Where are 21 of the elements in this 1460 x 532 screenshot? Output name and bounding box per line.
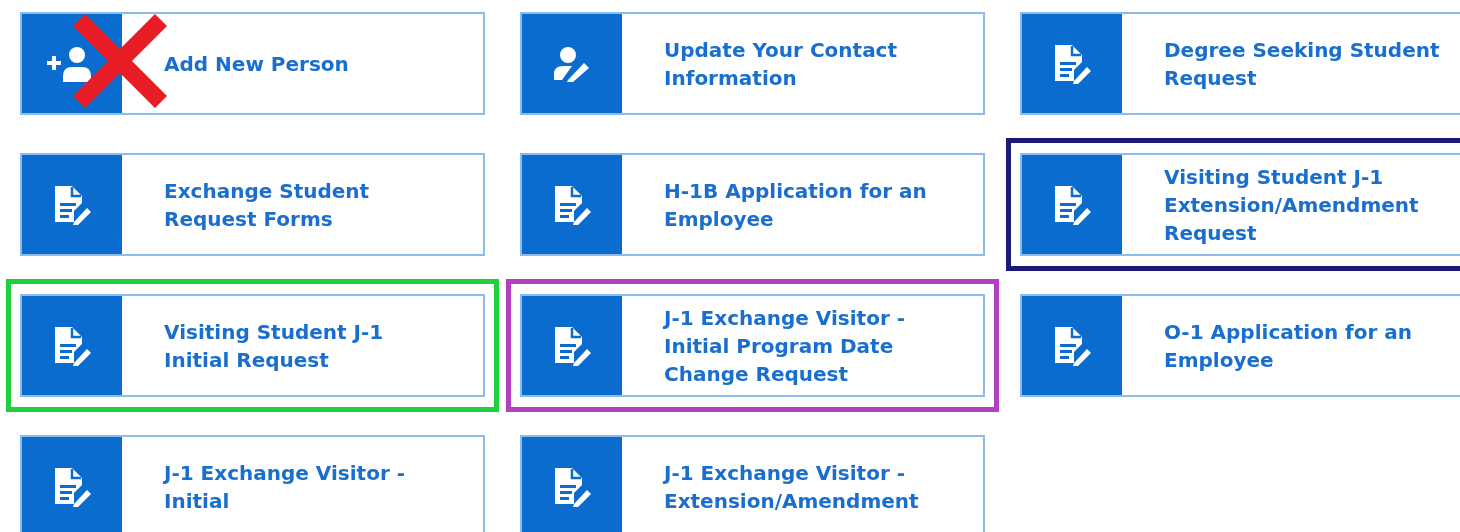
document-edit-icon [1052,42,1092,85]
document-edit-icon [52,324,92,367]
form-tile[interactable]: H-1B Application for an Employee [520,153,985,256]
document-edit-icon [1052,183,1092,226]
form-tile[interactable]: Exchange Student Request Forms [20,153,485,256]
form-tile[interactable]: Update Your Contact Information [520,12,985,115]
person-edit-icon [552,45,592,82]
form-tile[interactable]: Add New Person [20,12,485,115]
form-tile[interactable]: Degree Seeking Student Request [1020,12,1460,115]
form-tile[interactable]: J-1 Exchange Visitor - Extension/Amendment [520,435,985,532]
document-edit-icon [552,324,592,367]
form-tile[interactable]: J-1 Exchange Visitor - Initial Program Date Change Request [520,294,985,397]
form-tile[interactable]: O-1 Application for an Employee [1020,294,1460,397]
document-edit-icon [1052,324,1092,367]
form-tile[interactable]: J-1 Exchange Visitor - Initial [20,435,485,532]
form-tile[interactable]: Visiting Student J-1 Initial Request [20,294,485,397]
document-edit-icon [552,465,592,508]
document-edit-icon [52,183,92,226]
document-edit-icon [552,183,592,226]
document-edit-icon [52,465,92,508]
form-tile[interactable]: Visiting Student J-1 Extension/Amendment Request [1020,153,1460,256]
